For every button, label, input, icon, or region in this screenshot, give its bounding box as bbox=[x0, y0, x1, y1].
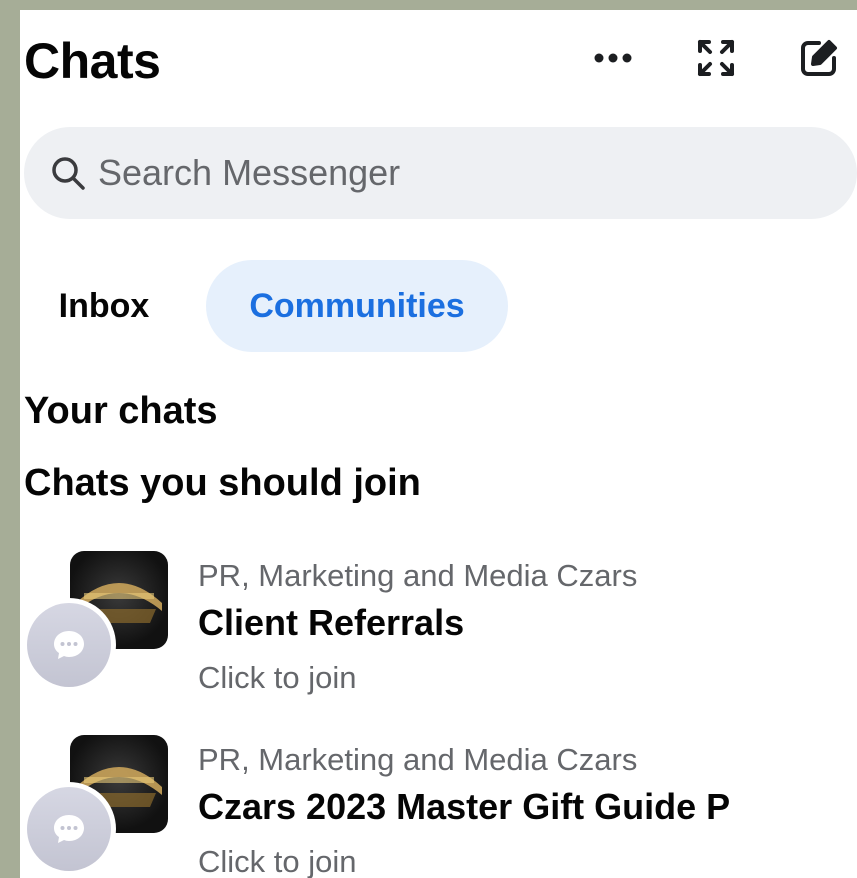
chat-name: Client Referrals bbox=[198, 602, 465, 643]
your-chats-heading: Your chats bbox=[24, 390, 218, 432]
tab-inbox[interactable]: Inbox bbox=[34, 260, 174, 352]
chat-bubble-icon bbox=[54, 815, 84, 843]
compose-icon bbox=[801, 40, 837, 76]
search-bar[interactable] bbox=[24, 127, 857, 219]
community-name: PR, Marketing and Media Czars bbox=[198, 558, 638, 593]
chats-panel: Chats Inbox Communities bbox=[20, 10, 857, 878]
expand-button[interactable] bbox=[693, 38, 739, 78]
more-options-button[interactable] bbox=[590, 38, 636, 78]
community-name: PR, Marketing and Media Czars bbox=[198, 742, 638, 777]
join-prompt[interactable]: Click to join bbox=[198, 844, 357, 878]
search-input[interactable] bbox=[96, 151, 760, 195]
list-item[interactable]: PR, Marketing and Media Czars Client Ref… bbox=[20, 546, 857, 706]
list-item[interactable]: PR, Marketing and Media Czars Czars 2023… bbox=[20, 730, 857, 878]
chat-bubble-icon bbox=[54, 631, 84, 659]
search-icon bbox=[50, 155, 86, 191]
group-chat-avatar bbox=[22, 782, 116, 876]
page-title: Chats bbox=[24, 33, 161, 89]
group-chat-avatar bbox=[22, 598, 116, 692]
chat-name: Czars 2023 Master Gift Guide P bbox=[198, 786, 731, 827]
expand-icon bbox=[698, 40, 734, 76]
chats-to-join-heading: Chats you should join bbox=[24, 462, 421, 504]
compose-button[interactable] bbox=[796, 38, 842, 78]
more-dots-icon bbox=[594, 53, 632, 63]
tab-communities[interactable]: Communities bbox=[206, 260, 508, 352]
join-prompt[interactable]: Click to join bbox=[198, 660, 357, 696]
